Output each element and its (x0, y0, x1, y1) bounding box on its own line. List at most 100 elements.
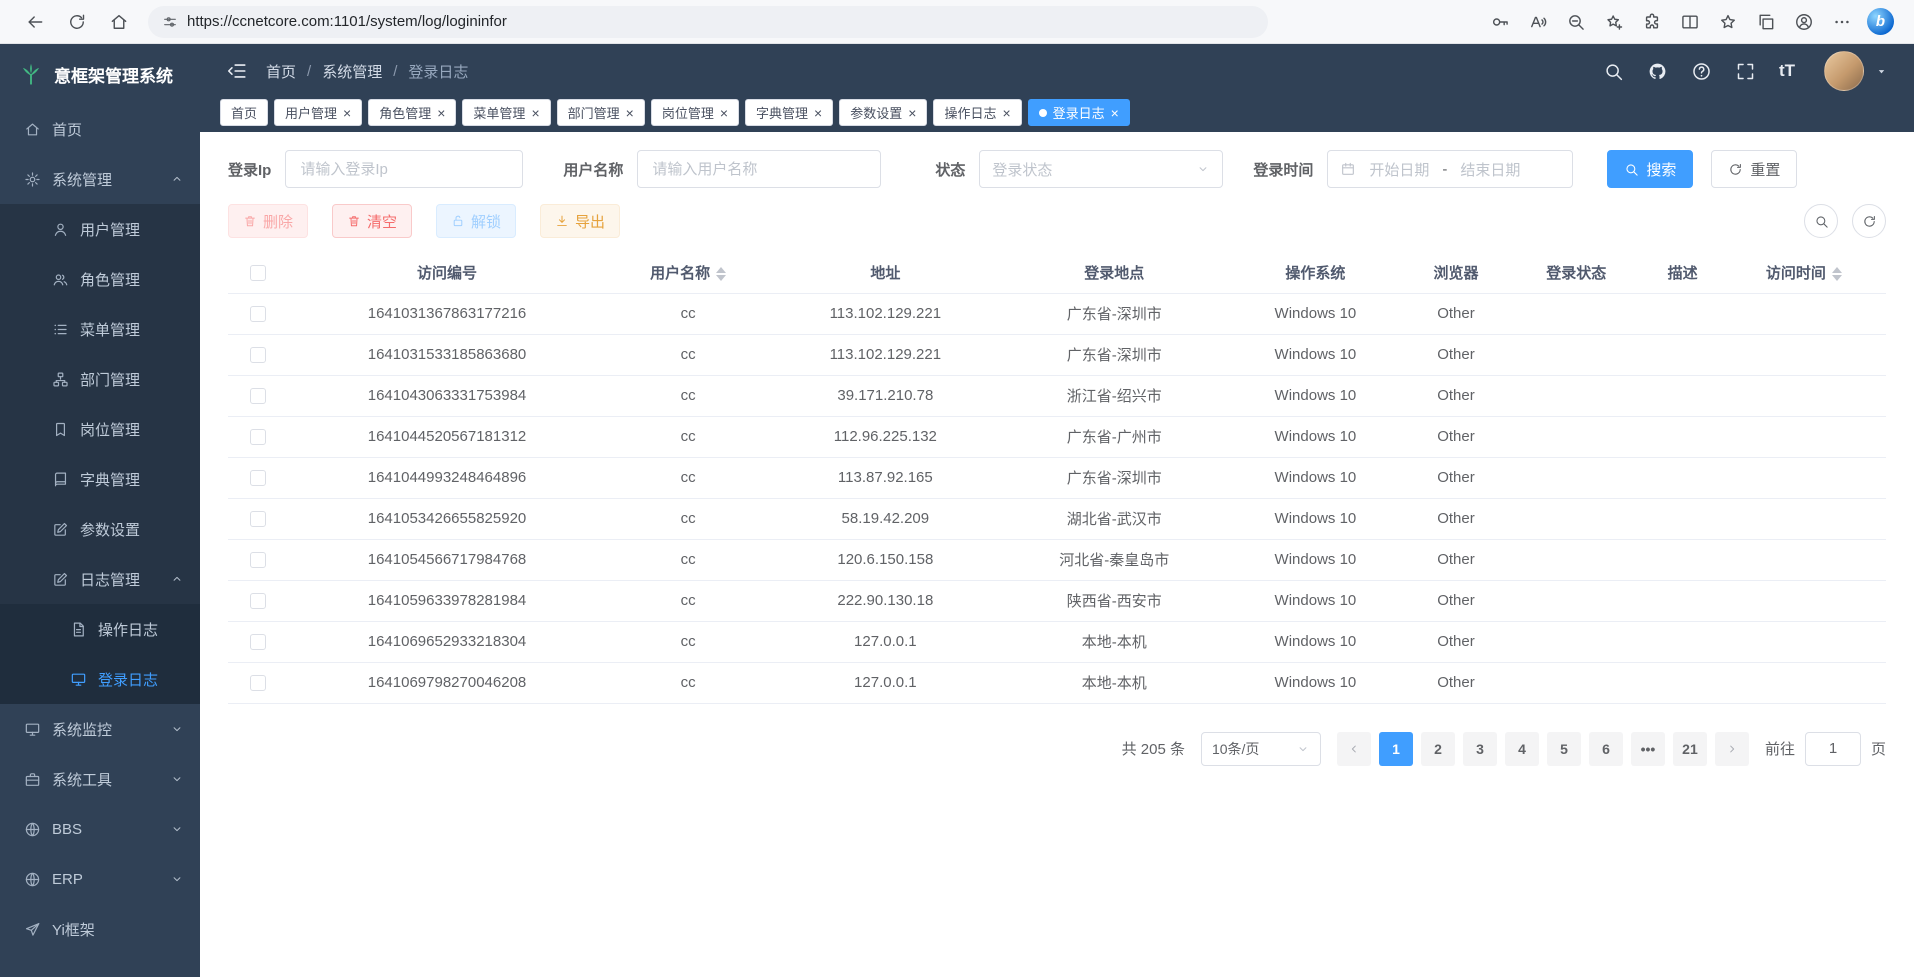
clear-button[interactable]: 清空 (332, 204, 412, 238)
page-button-3[interactable]: 3 (1463, 732, 1497, 766)
reload-button[interactable] (67, 12, 87, 32)
user-avatar[interactable] (1824, 51, 1864, 91)
tab-post-mgmt[interactable]: 岗位管理× (651, 99, 739, 126)
sidebar-item-login-log[interactable]: 登录日志 (0, 654, 200, 704)
goto-page-input[interactable] (1805, 732, 1861, 766)
site-info-icon[interactable] (162, 14, 178, 30)
close-icon[interactable]: × (814, 106, 822, 120)
row-checkbox[interactable] (250, 306, 266, 322)
browser-profile-icon[interactable] (1794, 12, 1814, 32)
row-checkbox[interactable] (250, 470, 266, 486)
font-size-icon[interactable] (1779, 61, 1795, 81)
tab-dept-mgmt[interactable]: 部门管理× (557, 99, 645, 126)
sidebar-item-menu-mgmt[interactable]: 菜单管理 (0, 304, 200, 354)
close-icon[interactable]: × (720, 106, 728, 120)
close-icon[interactable]: × (1111, 106, 1119, 120)
tab-menu-mgmt[interactable]: 菜单管理× (462, 99, 550, 126)
close-icon[interactable]: × (908, 106, 916, 120)
row-checkbox[interactable] (250, 429, 266, 445)
breadcrumb-item[interactable]: 系统管理 (322, 61, 382, 82)
sidebar-item-system-tools[interactable]: 系统工具 (0, 754, 200, 804)
tab-param-settings[interactable]: 参数设置× (839, 99, 927, 126)
chevron-down-icon[interactable] (1875, 65, 1888, 78)
search-button[interactable]: 搜索 (1607, 150, 1693, 188)
sidebar-fold-icon[interactable] (226, 60, 248, 82)
login-time-range[interactable]: 开始日期 - 结束日期 (1327, 150, 1573, 188)
copilot-icon[interactable] (1867, 8, 1894, 35)
address-bar[interactable]: https://ccnetcore.com:1101/system/log/lo… (148, 6, 1268, 38)
sidebar-item-role-mgmt[interactable]: 角色管理 (0, 254, 200, 304)
row-checkbox[interactable] (250, 347, 266, 363)
column-header[interactable]: 用户名称 (606, 252, 770, 293)
row-checkbox[interactable] (250, 593, 266, 609)
sort-icon[interactable] (716, 267, 726, 281)
toggle-search-button[interactable] (1804, 204, 1838, 238)
back-button[interactable] (25, 12, 45, 32)
add-favorite-icon[interactable] (1604, 12, 1624, 32)
tab-login-log[interactable]: 登录日志× (1028, 99, 1130, 126)
sidebar-item-bbs[interactable]: BBS (0, 804, 200, 854)
close-icon[interactable]: × (1002, 106, 1010, 120)
sidebar-item-log-mgmt[interactable]: 日志管理 (0, 554, 200, 604)
favorites-icon[interactable] (1718, 12, 1738, 32)
status-select[interactable]: 登录状态 (979, 150, 1223, 188)
refresh-table-button[interactable] (1852, 204, 1886, 238)
tab-role-mgmt[interactable]: 角色管理× (368, 99, 456, 126)
tab-home[interactable]: 首页 (220, 99, 268, 126)
column-header[interactable]: 访问时间 (1722, 252, 1886, 293)
help-icon[interactable] (1691, 61, 1712, 82)
page-button-5[interactable]: 5 (1547, 732, 1581, 766)
prev-page-button[interactable] (1337, 732, 1371, 766)
select-all-checkbox[interactable] (250, 265, 266, 281)
sidebar-item-user-mgmt[interactable]: 用户管理 (0, 204, 200, 254)
sidebar-item-yi-framework[interactable]: Yi框架 (0, 904, 200, 954)
page-button-6[interactable]: 6 (1589, 732, 1623, 766)
github-icon[interactable] (1647, 61, 1668, 82)
search-icon[interactable] (1603, 61, 1624, 82)
close-icon[interactable]: × (531, 106, 539, 120)
reset-button[interactable]: 重置 (1711, 150, 1797, 188)
login-ip-input[interactable] (285, 150, 523, 188)
row-checkbox[interactable] (250, 552, 266, 568)
close-icon[interactable]: × (626, 106, 634, 120)
sidebar-item-post-mgmt[interactable]: 岗位管理 (0, 404, 200, 454)
page-button-1[interactable]: 1 (1379, 732, 1413, 766)
export-button[interactable]: 导出 (540, 204, 620, 238)
row-checkbox[interactable] (250, 634, 266, 650)
next-page-button[interactable] (1715, 732, 1749, 766)
close-icon[interactable]: × (437, 106, 445, 120)
sidebar-item-system-monitor[interactable]: 系统监控 (0, 704, 200, 754)
sort-icon[interactable] (1832, 267, 1842, 281)
split-screen-icon[interactable] (1680, 12, 1700, 32)
tab-user-mgmt[interactable]: 用户管理× (274, 99, 362, 126)
sidebar-item-system-mgmt[interactable]: 系统管理 (0, 154, 200, 204)
sidebar-item-home[interactable]: 首页 (0, 104, 200, 154)
fullscreen-icon[interactable] (1735, 61, 1756, 82)
sidebar-item-operation-log[interactable]: 操作日志 (0, 604, 200, 654)
collections-icon[interactable] (1756, 12, 1776, 32)
tab-operation-log[interactable]: 操作日志× (933, 99, 1021, 126)
username-input[interactable] (637, 150, 881, 188)
sidebar-item-dict-mgmt[interactable]: 字典管理 (0, 454, 200, 504)
sidebar-item-erp[interactable]: ERP (0, 854, 200, 904)
row-checkbox[interactable] (250, 388, 266, 404)
home-button[interactable] (109, 12, 129, 32)
page-button-2[interactable]: 2 (1421, 732, 1455, 766)
row-checkbox[interactable] (250, 511, 266, 527)
page-button-21[interactable]: 21 (1673, 732, 1707, 766)
more-menu-icon[interactable] (1832, 12, 1852, 32)
sidebar-item-dept-mgmt[interactable]: 部门管理 (0, 354, 200, 404)
page-button-more[interactable]: ••• (1631, 732, 1665, 766)
sidebar-item-param-settings[interactable]: 参数设置 (0, 504, 200, 554)
unlock-button[interactable]: 解锁 (436, 204, 516, 238)
read-aloud-icon[interactable] (1528, 12, 1548, 32)
row-checkbox[interactable] (250, 675, 266, 691)
password-icon[interactable] (1490, 12, 1510, 32)
tab-dict-mgmt[interactable]: 字典管理× (745, 99, 833, 126)
page-size-select[interactable]: 10条/页 (1201, 732, 1321, 766)
close-icon[interactable]: × (343, 106, 351, 120)
extensions-icon[interactable] (1642, 12, 1662, 32)
zoom-out-icon[interactable] (1566, 12, 1586, 32)
page-button-4[interactable]: 4 (1505, 732, 1539, 766)
breadcrumb-item[interactable]: 首页 (266, 61, 296, 82)
